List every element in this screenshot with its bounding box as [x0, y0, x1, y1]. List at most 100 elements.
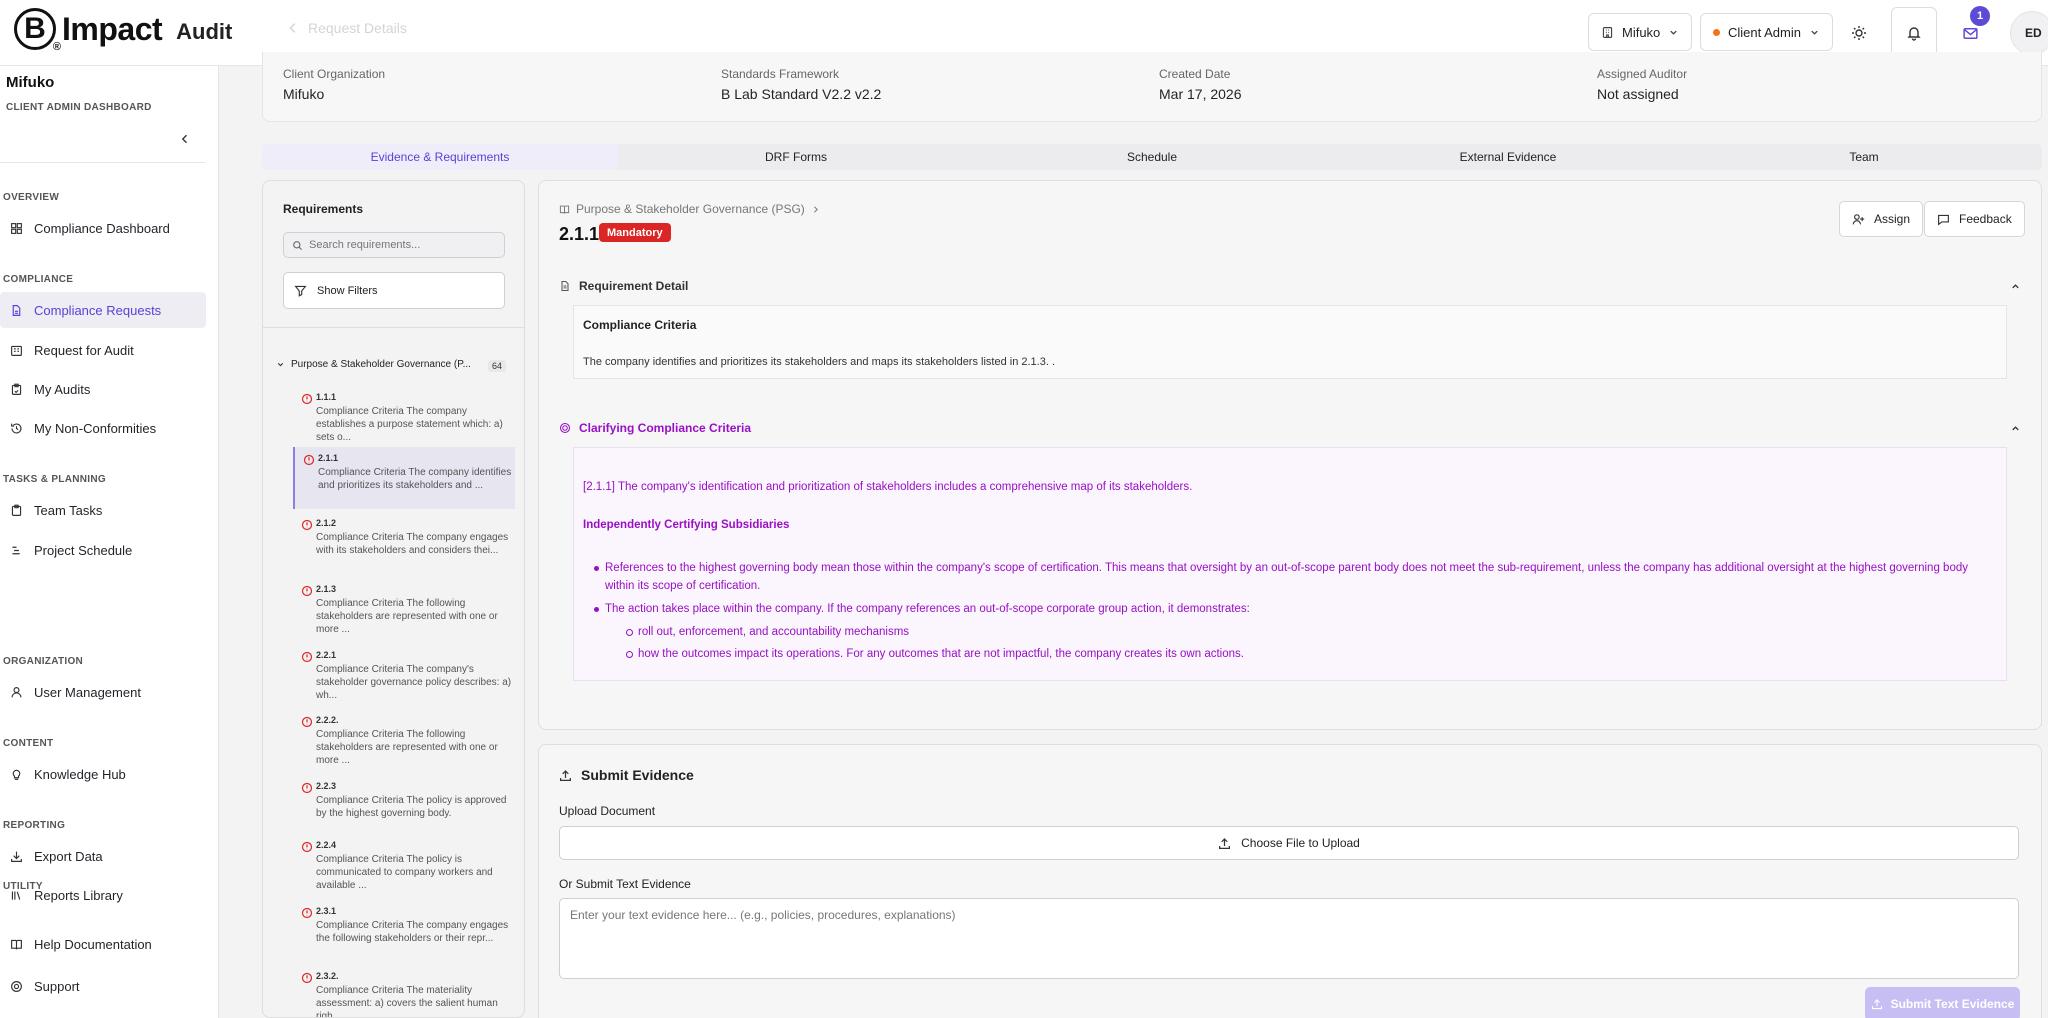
request-info-card: Client Organization Mifuko Standards Fra… — [262, 52, 2042, 122]
requirement-summary: Compliance Criteria The policy is commun… — [316, 854, 493, 891]
sidebar-org-name: Mifuko — [6, 74, 55, 91]
requirements-header: Requirements Show Filters — [263, 181, 524, 328]
alert-circle-icon — [303, 454, 315, 466]
requirement-list-item[interactable]: 2.3.1 Compliance Criteria The company eng… — [293, 906, 515, 962]
assign-button[interactable]: Assign — [1839, 201, 1924, 237]
alert-circle-icon — [301, 907, 313, 919]
sidebar-item-label: Compliance Dashboard — [34, 220, 170, 236]
user-avatar[interactable]: ED — [2010, 11, 2048, 55]
requirement-code: 2.3.2. — [316, 971, 339, 981]
feedback-label: Feedback — [1959, 212, 2012, 226]
tab-evidence-requirements[interactable]: Evidence & Requirements — [262, 144, 618, 170]
requirement-summary: Compliance Criteria The company's stakeh… — [316, 664, 512, 701]
org-select[interactable]: Mifuko — [1588, 13, 1693, 51]
sidebar-item-label: Reports Library — [34, 887, 123, 903]
sidebar-item-label: Export Data — [34, 848, 103, 864]
sidebar-item-help-docs[interactable]: Help Documentation — [0, 926, 206, 962]
requirement-list-item[interactable]: 2.1.1 Compliance Criteria The company ide… — [293, 447, 515, 509]
show-filters-button[interactable]: Show Filters — [283, 272, 505, 309]
book-open-icon — [559, 204, 570, 215]
feedback-button[interactable]: Feedback — [1924, 201, 2025, 237]
breadcrumb-link[interactable]: Purpose & Stakeholder Governance (PSG) — [576, 202, 805, 216]
upload-icon — [559, 769, 572, 782]
tab-drf-forms[interactable]: DRF Forms — [618, 144, 974, 170]
info-label: Standards Framework — [721, 67, 840, 81]
compliance-criteria-title: Compliance Criteria — [583, 318, 697, 332]
compliance-criteria-text: The company identifies and prioritizes i… — [583, 356, 1056, 368]
alert-circle-icon — [301, 716, 313, 728]
clarifying-list: References to the highest governing body… — [583, 559, 1993, 667]
requirement-list-item[interactable]: 1.1.1 Compliance Criteria The company est… — [293, 392, 515, 448]
text-evidence-field[interactable] — [559, 898, 2019, 979]
chevron-right-icon — [811, 205, 820, 214]
sidebar-item-label: Compliance Requests — [34, 302, 162, 318]
requirement-detail-title: Requirement Detail — [579, 279, 689, 293]
submit-evidence-panel: Submit Evidence Upload Document Choose F… — [538, 744, 2042, 1018]
clarifying-criteria-toggle[interactable]: Clarifying Compliance Criteria — [559, 421, 751, 435]
sidebar-item-project-schedule[interactable]: Project Schedule — [0, 532, 206, 568]
choose-file-button[interactable]: Choose File to Upload — [559, 826, 2019, 860]
sidebar-item-compliance-requests[interactable]: Compliance Requests — [0, 292, 206, 328]
upload-icon — [1871, 998, 1883, 1010]
sidebar-item-knowledge-hub[interactable]: Knowledge Hub — [0, 756, 206, 792]
info-assigned-auditor: Assigned Auditor Not assigned — [1597, 67, 1687, 102]
info-value: Mifuko — [283, 86, 325, 102]
text-evidence-label: Or Submit Text Evidence — [559, 877, 691, 891]
requirement-summary: Compliance Criteria The policy is approv… — [316, 795, 507, 819]
section-label-tasks: TASKS & PLANNING — [3, 474, 106, 485]
search-input[interactable] — [309, 239, 499, 251]
user-plus-icon — [1852, 213, 1865, 226]
requirement-group-count: 64 — [488, 360, 507, 372]
mandatory-badge: Mandatory — [599, 223, 671, 242]
requirement-detail-toggle[interactable]: Requirement Detail — [559, 279, 688, 293]
role-select[interactable]: Client Admin — [1700, 13, 1833, 51]
submit-text-evidence-button[interactable]: Submit Text Evidence — [1865, 987, 2020, 1018]
chevron-down-icon — [1668, 27, 1679, 38]
requirement-list-item[interactable]: 2.2.4 Compliance Criteria The policy is c… — [293, 840, 515, 896]
info-value: Not assigned — [1597, 86, 1679, 102]
sidebar-item-support[interactable]: Support — [0, 968, 206, 1004]
requirement-code: 2.1.2 — [316, 518, 337, 528]
requirement-code: 2.1.1 — [318, 453, 339, 463]
info-label: Assigned Auditor — [1597, 67, 1688, 81]
section-label-organization: ORGANIZATION — [3, 656, 84, 667]
requirement-list-item[interactable]: 2.2.2. Compliance Criteria The following … — [293, 715, 515, 771]
alert-circle-icon — [301, 782, 313, 794]
requirement-list-item[interactable]: 2.2.3 Compliance Criteria The policy is a… — [293, 781, 515, 837]
requirement-summary: Compliance Criteria The following stakeh… — [316, 729, 498, 766]
bell-icon — [1906, 25, 1922, 41]
clipboard-icon — [10, 504, 23, 517]
sidebar-item-compliance-dashboard[interactable]: Compliance Dashboard — [0, 210, 206, 246]
requirements-panel: Requirements Show Filters Purpose & Stak… — [262, 180, 525, 1018]
app-logo[interactable]: B Impact Audit — [14, 8, 232, 53]
requirement-group-toggle[interactable]: Purpose & Stakeholder Governance (P... — [276, 359, 471, 370]
sidebar-item-export-data[interactable]: Export Data — [0, 838, 206, 874]
theme-toggle-button[interactable] — [1839, 13, 1879, 53]
sidebar-item-team-tasks[interactable]: Team Tasks — [0, 492, 206, 528]
sidebar-item-user-management[interactable]: User Management — [0, 674, 206, 710]
compliance-criteria-box: Compliance Criteria The company identifi… — [573, 305, 2007, 379]
tab-external-evidence[interactable]: External Evidence — [1330, 144, 1686, 170]
requirement-list-item[interactable]: 2.1.3 Compliance Criteria The following s… — [293, 584, 515, 640]
requirement-code: 2.2.1 — [316, 650, 337, 660]
requirements-search[interactable] — [283, 232, 505, 258]
chevron-up-icon[interactable] — [2010, 423, 2021, 434]
sidebar-item-request-audit[interactable]: Request for Audit — [0, 332, 206, 368]
sidebar-item-my-audits[interactable]: My Audits — [0, 371, 206, 407]
requirement-list-item[interactable]: 2.1.2 Compliance Criteria The company eng… — [293, 518, 515, 574]
lifebuoy-icon — [10, 980, 23, 993]
sidebar-item-non-conformities[interactable]: My Non-Conformities — [0, 410, 206, 446]
collapse-sidebar-button[interactable] — [176, 130, 194, 148]
mail-count-badge: 1 — [1970, 6, 1990, 26]
chevron-up-icon[interactable] — [2010, 281, 2021, 292]
b-logo-mark: B — [14, 8, 61, 53]
requirement-list-item[interactable]: 2.2.1 Compliance Criteria The company's s… — [293, 650, 515, 706]
info-value: Mar 17, 2026 — [1159, 86, 1242, 102]
header-ghost-title: Request Details — [286, 20, 407, 36]
tab-team[interactable]: Team — [1686, 144, 2042, 170]
requirement-code: 2.2.4 — [316, 840, 337, 850]
tab-schedule[interactable]: Schedule — [974, 144, 1330, 170]
clarifying-criteria-box: [2.1.1] The company's identification and… — [573, 447, 2007, 681]
requirement-list-item[interactable]: 2.3.2. Compliance Criteria The materialit… — [293, 971, 515, 1017]
requirement-code: 2.1.3 — [316, 584, 337, 594]
